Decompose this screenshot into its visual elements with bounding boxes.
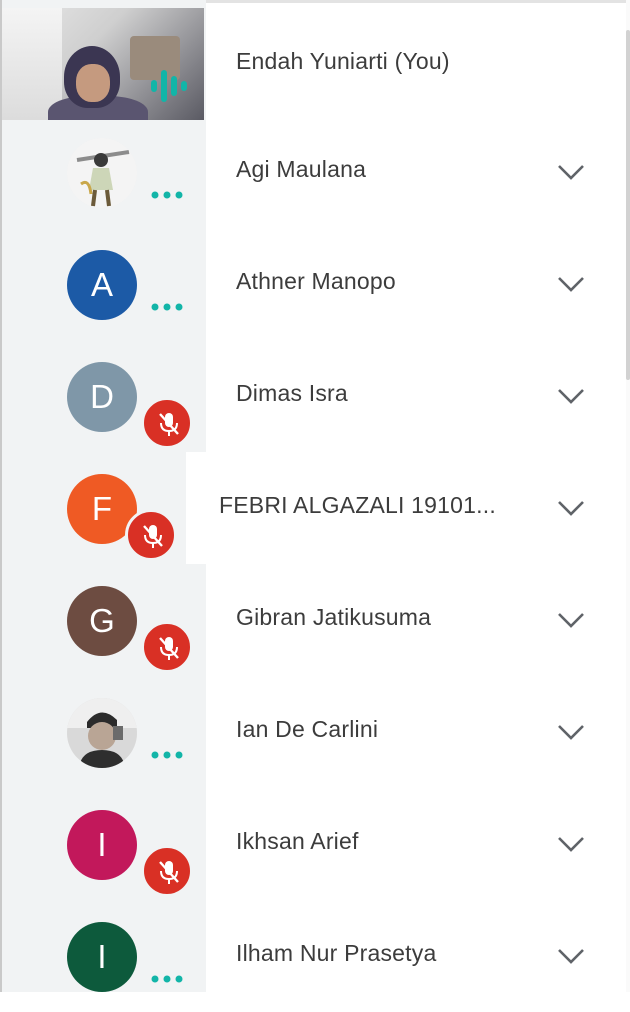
participant-avatar: [67, 698, 137, 768]
participant-name: FEBRI ALGAZALI 19101...: [219, 492, 496, 518]
mic-off-icon: [141, 845, 193, 897]
participant-row[interactable]: I Ikhsan Arief: [0, 788, 630, 900]
participant-name: Dimas Isra: [236, 380, 348, 406]
mic-off-icon: [141, 397, 193, 449]
participant-name: Ilham Nur Prasetya: [236, 940, 437, 966]
participant-name: Ikhsan Arief: [236, 828, 359, 854]
chevron-down-icon[interactable]: [556, 610, 586, 630]
chevron-down-icon[interactable]: [556, 386, 586, 406]
scrollbar-thumb[interactable]: [626, 30, 630, 380]
participant-row[interactable]: G Gibran Jatikusuma: [0, 564, 630, 676]
audio-dots-icon: [151, 303, 183, 311]
mic-off-icon: [125, 509, 177, 561]
participant-avatar: I: [67, 810, 137, 880]
mic-off-icon: [141, 621, 193, 673]
chevron-down-icon[interactable]: [556, 946, 586, 966]
participant-avatar: [67, 138, 137, 208]
self-video-tile: [2, 8, 204, 120]
avatar-photo-image: [67, 698, 137, 768]
chevron-down-icon[interactable]: [556, 834, 586, 854]
participant-name: Endah Yuniarti (You): [236, 48, 450, 74]
avatar-photo-image: [67, 138, 137, 208]
audio-wave-icon: [151, 70, 187, 102]
participant-row-self[interactable]: Endah Yuniarti (You): [0, 4, 630, 120]
participant-name: Ian De Carlini: [236, 716, 379, 742]
chevron-down-icon[interactable]: [556, 722, 586, 742]
participant-name: Athner Manopo: [236, 268, 396, 294]
participant-row[interactable]: A Athner Manopo: [0, 228, 630, 340]
chevron-down-icon[interactable]: [556, 162, 586, 182]
chevron-down-icon[interactable]: [556, 274, 586, 294]
participant-row[interactable]: Ian De Carlini: [0, 676, 630, 788]
video-person-face: [76, 64, 110, 102]
participant-row[interactable]: F FEBRI ALGAZALI 19101...: [0, 452, 630, 564]
participant-row[interactable]: D Dimas Isra: [0, 340, 630, 452]
audio-dots-icon: [151, 975, 183, 983]
audio-dots-icon: [151, 191, 183, 199]
participant-avatar: I: [67, 922, 137, 992]
participant-avatar: D: [67, 362, 137, 432]
participant-name: Agi Maulana: [236, 156, 367, 182]
participant-row[interactable]: Agi Maulana: [0, 116, 630, 228]
participant-name: Gibran Jatikusuma: [236, 604, 432, 630]
audio-dots-icon: [151, 751, 183, 759]
participant-row[interactable]: I Ilham Nur Prasetya: [0, 900, 630, 1012]
chevron-down-icon[interactable]: [556, 498, 586, 518]
participant-avatar: A: [67, 250, 137, 320]
participant-avatar: G: [67, 586, 137, 656]
